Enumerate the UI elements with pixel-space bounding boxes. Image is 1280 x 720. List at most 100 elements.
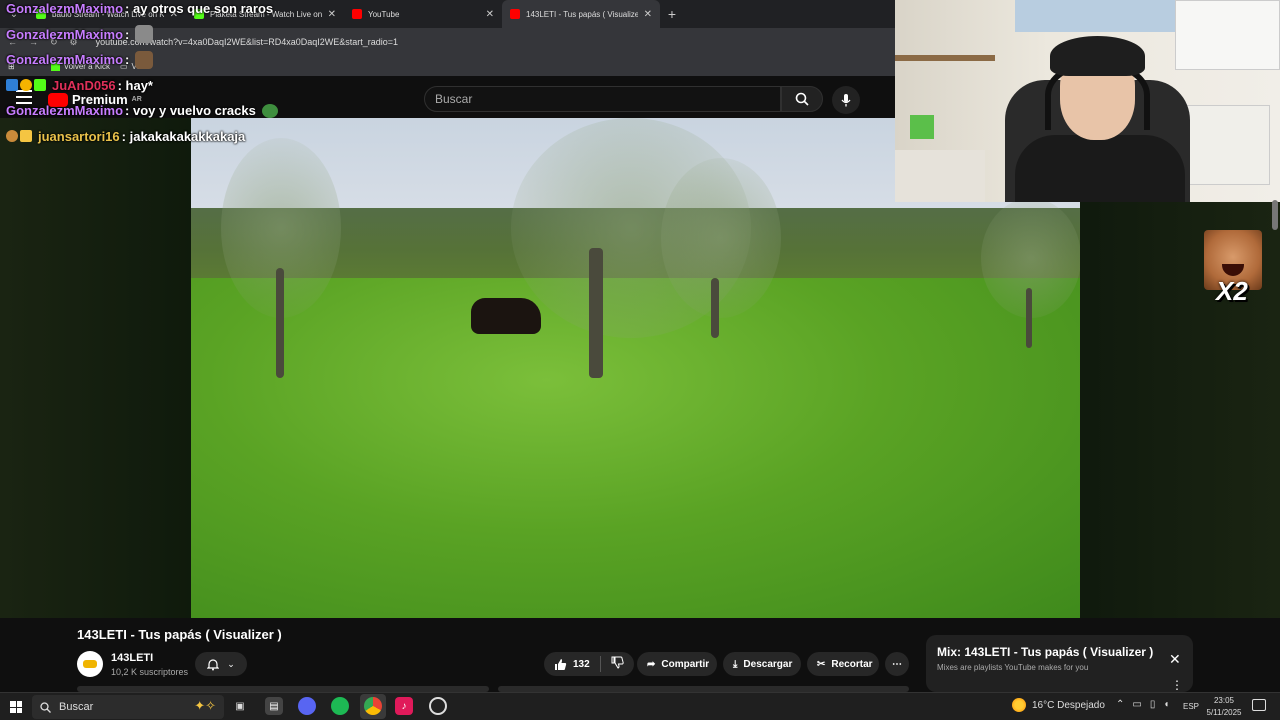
mix-title: Mix: 143LETI - Tus papás ( Visualizer )	[937, 645, 1154, 659]
kick-icon	[50, 61, 60, 71]
more-vertical-icon[interactable]: ⋮	[1171, 678, 1183, 692]
clip-label: Recortar	[831, 658, 873, 670]
emote-multiplier: X2	[1216, 276, 1248, 306]
search-icon	[795, 92, 809, 106]
notifications-button[interactable]: ⌄	[195, 652, 247, 676]
taskbar-clock[interactable]: 23:05 5/11/2025	[1204, 695, 1244, 719]
notification-icon[interactable]	[1252, 699, 1266, 711]
more-horizontal-icon: ⋯	[892, 658, 902, 670]
kick-icon	[194, 9, 204, 19]
kick-icon	[36, 9, 46, 19]
video-title: 143LETI - Tus papás ( Visualizer )	[77, 627, 282, 642]
bell-icon	[207, 658, 220, 670]
like-count: 132	[573, 658, 590, 670]
channel-avatar[interactable]	[77, 651, 103, 677]
system-tray: ⌃ ▭ ▯ ◖	[1116, 699, 1169, 710]
webcam-couch	[895, 150, 985, 202]
tab-search-chevron-icon[interactable]: ⌄	[0, 0, 28, 28]
obs-icon[interactable]	[429, 697, 447, 715]
video-tree	[711, 278, 719, 338]
webcam-feed	[895, 0, 1280, 202]
close-tab-icon[interactable]: ✕	[170, 9, 178, 20]
logo-text: Premium	[72, 92, 128, 107]
clock-date: 5/11/2025	[1206, 708, 1242, 717]
youtube-play-icon	[48, 92, 68, 107]
tab-143leti[interactable]: 143LETI - Tus papás ( Visualizer ) ✕	[502, 0, 660, 28]
new-tab-button[interactable]: +	[660, 6, 684, 22]
tab-baulo[interactable]: baulo Stream - Watch Live on Kick ✕	[28, 0, 186, 28]
discord-icon[interactable]	[298, 697, 316, 715]
weather-widget[interactable]: 16°C Despejado	[1012, 698, 1105, 712]
scissors-icon: ✂	[817, 658, 826, 670]
address-bar: ← → ↻ ⚙ youtube.com/watch?v=4xa0DaqI2WE&…	[0, 28, 900, 56]
like-dislike-group: 132	[544, 652, 634, 676]
youtube-header: Premium AR Buscar	[0, 78, 900, 118]
spotify-icon[interactable]	[331, 697, 349, 715]
bookmark-volver-a-kick[interactable]: Volver a Kick	[50, 61, 110, 71]
search-button[interactable]	[781, 86, 823, 112]
tray-expand-icon[interactable]: ⌃	[1116, 699, 1124, 710]
mic-icon	[841, 94, 851, 107]
search-placeholder: Buscar	[435, 92, 473, 106]
download-button[interactable]: ⤓ Descargar	[723, 652, 801, 676]
close-tab-icon[interactable]: ✕	[328, 9, 336, 20]
thumbs-down-icon	[611, 656, 624, 669]
taskbar-search-placeholder: Buscar	[59, 701, 94, 713]
app-icon[interactable]: ▤	[265, 697, 283, 715]
tab-plaketa[interactable]: Plaketa Stream - Watch Live on Kick ✕	[186, 0, 344, 28]
menu-icon[interactable]	[16, 90, 32, 104]
webcam-streamer-body	[1015, 135, 1185, 202]
close-icon[interactable]: ✕	[1169, 651, 1181, 668]
tiktok-icon[interactable]: ♪	[395, 697, 413, 715]
video-tree	[661, 158, 781, 318]
mix-playlist-card[interactable]: Mix: 143LETI - Tus papás ( Visualizer ) …	[926, 635, 1193, 692]
youtube-logo[interactable]: Premium AR	[48, 92, 142, 107]
channel-name[interactable]: 143LETI	[111, 652, 153, 664]
task-view-icon[interactable]: ▣	[231, 697, 249, 715]
search-icon	[40, 701, 51, 713]
bookmark-via[interactable]: ▭ VIA	[120, 62, 144, 71]
share-button[interactable]: ➦ Compartir	[637, 652, 717, 676]
webcam-whiteboard	[1180, 105, 1270, 185]
tab-label: YouTube	[368, 9, 400, 19]
back-icon[interactable]: ←	[8, 37, 17, 47]
close-tab-icon[interactable]: ✕	[644, 9, 652, 20]
page-scrollbar[interactable]	[1272, 200, 1278, 230]
taskbar-search[interactable]: Buscar ✦✧	[32, 695, 224, 719]
close-tab-icon[interactable]: ✕	[486, 9, 494, 20]
windows-start-icon[interactable]	[10, 701, 22, 713]
video-cow	[471, 298, 541, 334]
subscriber-count: 10,2 K suscriptores	[111, 667, 189, 677]
more-actions-button[interactable]: ⋯	[885, 652, 909, 676]
screen: ⌄ baulo Stream - Watch Live on Kick ✕ Pl…	[0, 0, 1280, 720]
weather-text: 16°C Despejado	[1032, 699, 1105, 711]
download-icon: ⤓	[733, 658, 738, 670]
apps-icon[interactable]: ⊞	[8, 62, 15, 71]
tab-youtube[interactable]: YouTube ✕	[344, 0, 502, 28]
volume-icon[interactable]: ◖	[1163, 699, 1169, 710]
video-tree	[276, 268, 284, 378]
webcam-poster	[1015, 0, 1175, 32]
site-info-icon[interactable]: ⚙	[70, 37, 78, 48]
youtube-icon	[510, 9, 520, 19]
chrome-icon[interactable]	[364, 697, 382, 715]
reload-icon[interactable]: ↻	[50, 37, 58, 48]
clip-button[interactable]: ✂ Recortar	[807, 652, 879, 676]
bookmarks-bar: ⊞ Volver a Kick ▭ VIA	[0, 56, 900, 76]
search-input[interactable]: Buscar	[424, 86, 781, 112]
sparkle-icon: ✦✧	[194, 698, 216, 713]
bookmark-label: Volver a Kick	[63, 61, 110, 71]
display-icon[interactable]: ▭	[1132, 699, 1141, 710]
tab-label: 143LETI - Tus papás ( Visualizer )	[526, 9, 638, 19]
url-field[interactable]: youtube.com/watch?v=4xa0DaqI2WE&list=RD4…	[96, 37, 398, 47]
weather-sun-icon	[1012, 698, 1026, 712]
dislike-button[interactable]	[611, 656, 624, 672]
voice-search-button[interactable]	[832, 86, 860, 114]
download-label: Descargar	[743, 658, 793, 670]
network-icon[interactable]: ▯	[1150, 699, 1156, 710]
video-tree	[1026, 288, 1032, 348]
forward-icon[interactable]: →	[29, 37, 38, 47]
webcam-shelf	[895, 55, 995, 61]
language-indicator[interactable]: ESP	[1183, 702, 1199, 711]
like-button[interactable]: 132	[554, 658, 590, 671]
